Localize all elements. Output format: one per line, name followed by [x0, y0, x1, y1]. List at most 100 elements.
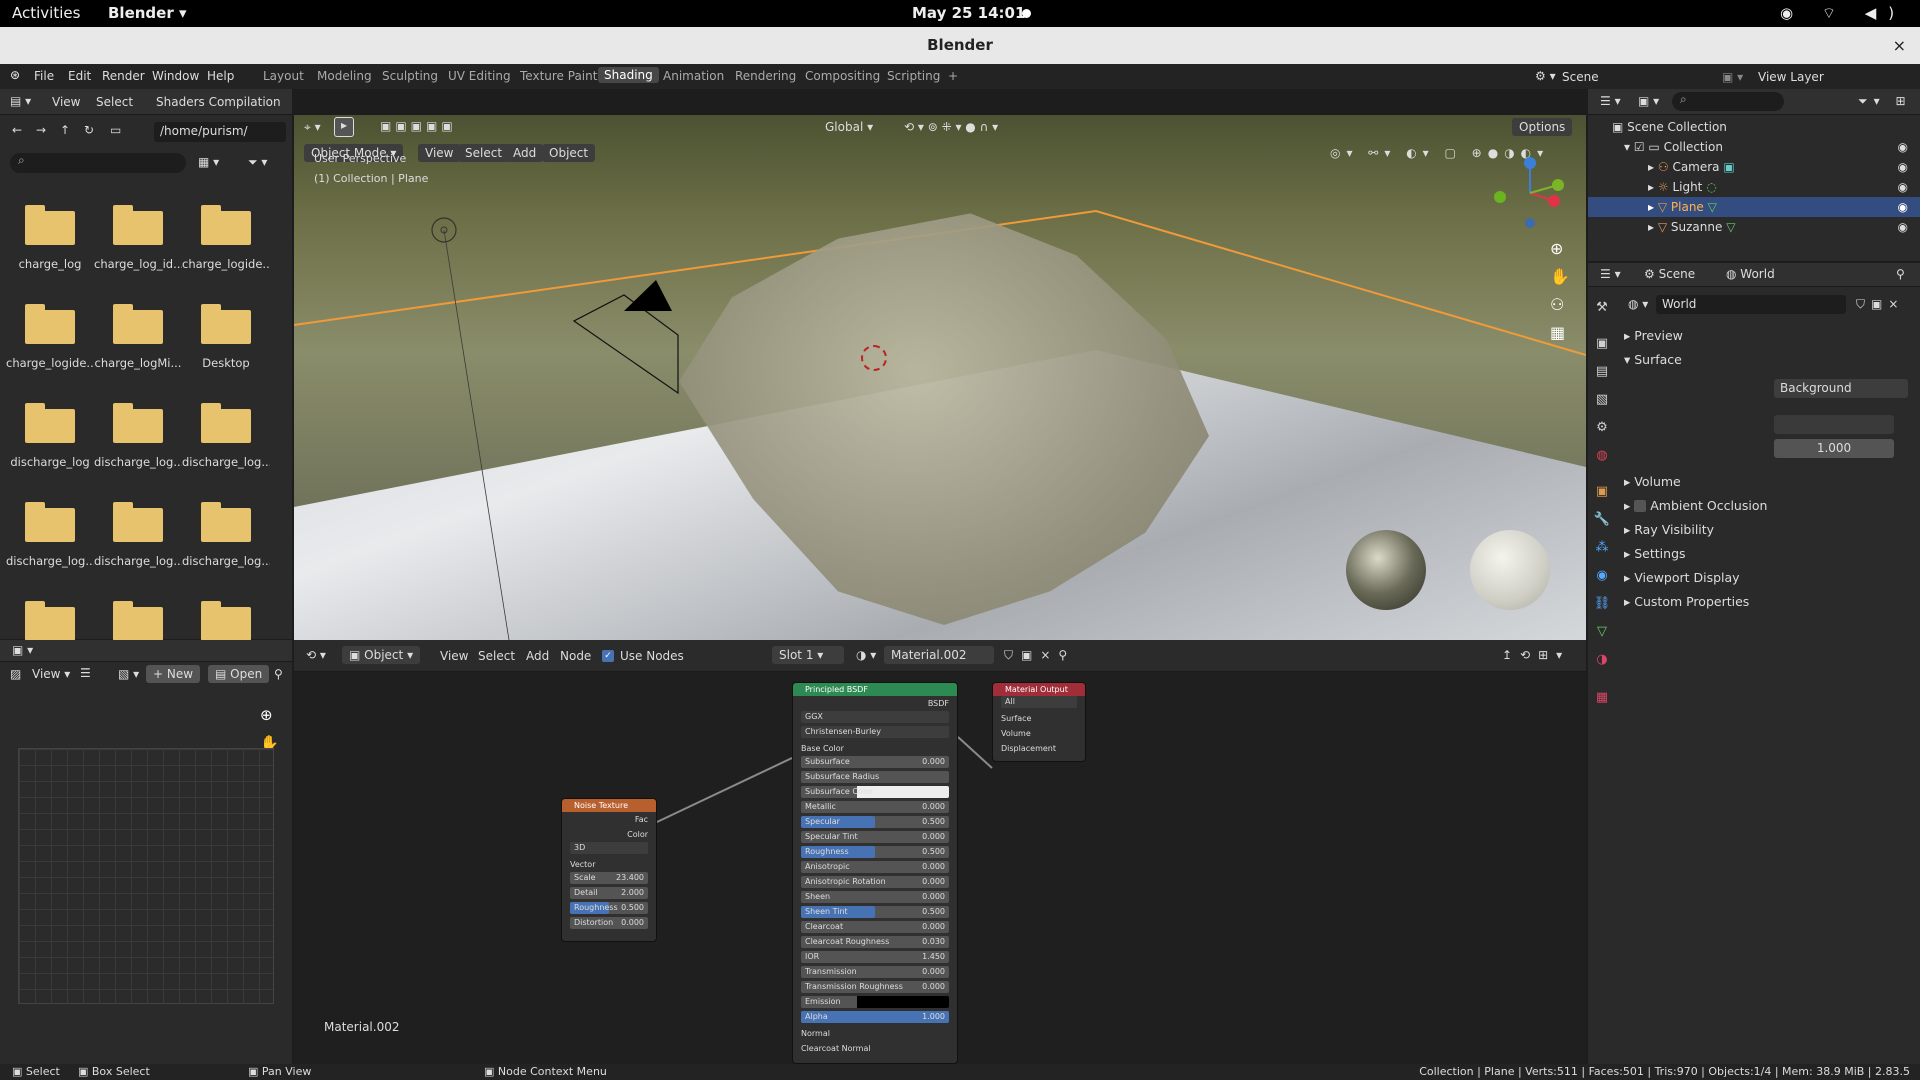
object-tab-icon[interactable]: ▣	[1592, 482, 1612, 502]
value-field[interactable]: Subsurface 0.000	[801, 756, 949, 768]
fb-search-input[interactable]: ⌕	[10, 153, 186, 173]
socket-row[interactable]: Subsurface Radius	[793, 771, 957, 786]
new-folder-icon[interactable]: ▭	[110, 123, 121, 137]
parent-dir-icon[interactable]: ↑	[60, 123, 70, 137]
zoom-icon[interactable]: ⊕	[260, 706, 273, 724]
view-layer-tab-icon[interactable]: ▧	[1592, 390, 1612, 410]
tool-tab-icon[interactable]: ⚒	[1592, 298, 1612, 318]
texture-tab-icon[interactable]: ▦	[1592, 688, 1612, 708]
world-selector[interactable]: ◍ ▾ World ⛉▣×	[1624, 295, 1914, 315]
image-canvas[interactable]	[18, 748, 274, 1004]
pin-icon[interactable]: ⚲	[274, 667, 283, 681]
value-field[interactable]: Metallic 0.000	[801, 801, 949, 813]
world-tab[interactable]: ◍ World	[1726, 267, 1775, 281]
world-tab-icon[interactable]: ◍	[1592, 446, 1612, 466]
menu-help[interactable]: Help	[207, 69, 234, 83]
vp-object-menu[interactable]: Object	[542, 144, 596, 162]
socket-row[interactable]: Detail 2.000	[562, 887, 656, 902]
activities-button[interactable]: Activities	[12, 4, 80, 22]
tab-scripting[interactable]: Scripting	[887, 69, 940, 83]
ie-view-menu[interactable]: View ▾	[32, 667, 70, 681]
tab-uv-editing[interactable]: UV Editing	[448, 69, 511, 83]
custom-properties-panel[interactable]: ▸ Custom Properties	[1624, 591, 1914, 613]
options-button[interactable]: Options	[1512, 118, 1573, 136]
scene-selector[interactable]: ⚙ ▾	[1528, 67, 1563, 85]
output-tab-icon[interactable]: ▤	[1592, 362, 1612, 382]
image-icon[interactable]: ▨	[10, 667, 21, 681]
filter-icon[interactable]: ⏷▾ ⊞	[1858, 94, 1912, 109]
value-field[interactable]: Sheen Tint 0.500	[801, 906, 949, 918]
pivot-icons[interactable]: ⟲ ▾ ⊚ ⁜ ▾ ● ∩ ▾	[904, 120, 998, 134]
value-field[interactable]: Subsurface Radius	[801, 771, 949, 783]
value-field[interactable]: Clearcoat 0.000	[801, 921, 949, 933]
socket-row[interactable]: Alpha 1.000	[793, 1011, 957, 1026]
folder-item[interactable]: charge_logide...	[6, 298, 94, 370]
open-image-button[interactable]: ▤ Open	[208, 665, 270, 683]
fb-bookmark[interactable]: Shaders Compilation	[156, 95, 281, 109]
socket-row[interactable]: Roughness 0.500	[562, 902, 656, 917]
blender-logo-icon[interactable]: ⊛	[10, 68, 20, 82]
socket-row[interactable]: Metallic 0.000	[793, 801, 957, 816]
socket-row[interactable]: Roughness 0.500	[793, 846, 957, 861]
vp-add-menu[interactable]: Add	[506, 144, 544, 162]
ray-visibility-panel[interactable]: ▸ Ray Visibility	[1624, 519, 1914, 541]
distribution-dropdown[interactable]: GGX	[801, 711, 949, 723]
value-field[interactable]: Subsurface Color	[801, 786, 949, 798]
value-field[interactable]: Transmission 0.000	[801, 966, 949, 978]
socket-row[interactable]: Specular 0.500	[793, 816, 957, 831]
navigation-gizmo[interactable]	[1490, 153, 1570, 233]
menu-edit[interactable]: Edit	[68, 69, 91, 83]
value-field[interactable]: Sheen 0.000	[801, 891, 949, 903]
folder-item[interactable]: discharge_log...	[182, 397, 270, 469]
folder-item[interactable]: discharge_log...	[6, 496, 94, 568]
back-arrow-icon[interactable]: ←	[12, 123, 22, 137]
editor-type-icon[interactable]: ▤ ▾	[10, 94, 31, 108]
3d-viewport[interactable]: ⌖ ▾ ▸ ▣▣▣▣▣ Global ▾ ⟲ ▾ ⊚ ⁜ ▾ ● ∩ ▾ Opt…	[294, 115, 1586, 640]
value-field[interactable]: Transmission Roughness 0.000	[801, 981, 949, 993]
outliner-item-light[interactable]: ▸ ☼ Light ◌ ◉	[1588, 177, 1920, 197]
folder-item[interactable]: charge_log	[6, 199, 94, 271]
surface-panel[interactable]: ▾ Surface	[1624, 349, 1914, 371]
material-output-node[interactable]: Material Output All Surface Volume Displ…	[992, 682, 1086, 762]
fb-view-menu[interactable]: View	[52, 95, 80, 109]
editor-type-icon[interactable]: ⌖ ▾	[304, 120, 321, 135]
value-field[interactable]: Anisotropic 0.000	[801, 861, 949, 873]
value-field[interactable]: Scale 23.400	[570, 872, 648, 884]
3d-cursor[interactable]	[861, 345, 887, 371]
menu-render[interactable]: Render	[102, 69, 145, 83]
socket-row[interactable]: Transmission 0.000	[793, 966, 957, 981]
particles-tab-icon[interactable]: ⁂	[1592, 538, 1612, 558]
noise-texture-node[interactable]: Noise Texture Fac Color 3D Vector Scale 2…	[561, 798, 657, 942]
refresh-icon[interactable]: ↻	[84, 123, 94, 137]
display-mode-icon[interactable]: ▦ ▾	[198, 155, 219, 169]
render-tab-icon[interactable]: ▣	[1592, 334, 1612, 354]
tab-modeling[interactable]: Modeling	[317, 69, 372, 83]
close-window-button[interactable]: ×	[1893, 27, 1906, 64]
tab-compositing[interactable]: Compositing	[805, 69, 880, 83]
subsurface-method-dropdown[interactable]: Christensen-Burley	[801, 726, 949, 738]
new-image-button[interactable]: + New	[146, 665, 201, 683]
editor-type-icon[interactable]: ▣ ▾	[12, 643, 33, 657]
select-mode-icons[interactable]: ▣▣▣▣▣	[380, 119, 457, 133]
volume-panel[interactable]: ▸ Volume	[1624, 471, 1914, 493]
value-field[interactable]: Roughness 0.500	[801, 846, 949, 858]
pin-icon[interactable]: ⚲	[1896, 267, 1905, 281]
socket-row[interactable]: Sheen 0.000	[793, 891, 957, 906]
outliner-item-camera[interactable]: ▸ ⚇ Camera ▣ ◉	[1588, 157, 1920, 177]
world-name-field[interactable]: World	[1656, 295, 1846, 314]
scene-name[interactable]: Scene	[1562, 70, 1599, 84]
socket-row[interactable]: Scale 23.400	[562, 872, 656, 887]
ortho-grid-icon[interactable]: ▦	[1550, 323, 1565, 342]
world-actions-icons[interactable]: ⛉▣×	[1856, 297, 1904, 312]
tab-sculpting[interactable]: Sculpting	[382, 69, 438, 83]
ie-list-icon[interactable]: ☰	[80, 666, 91, 680]
fb-select-menu[interactable]: Select	[96, 95, 133, 109]
pan-hand-icon[interactable]: ✋	[1550, 267, 1570, 286]
value-field[interactable]: Emission	[801, 996, 949, 1008]
socket-row[interactable]: Emission	[793, 996, 957, 1011]
folder-item[interactable]: discharge_log...	[182, 496, 270, 568]
transform-orientation[interactable]: Global ▾	[818, 118, 880, 136]
vp-view-menu[interactable]: View	[418, 144, 461, 162]
menu-window[interactable]: Window	[152, 69, 199, 83]
select-tool-icon[interactable]: ▸	[334, 117, 354, 137]
